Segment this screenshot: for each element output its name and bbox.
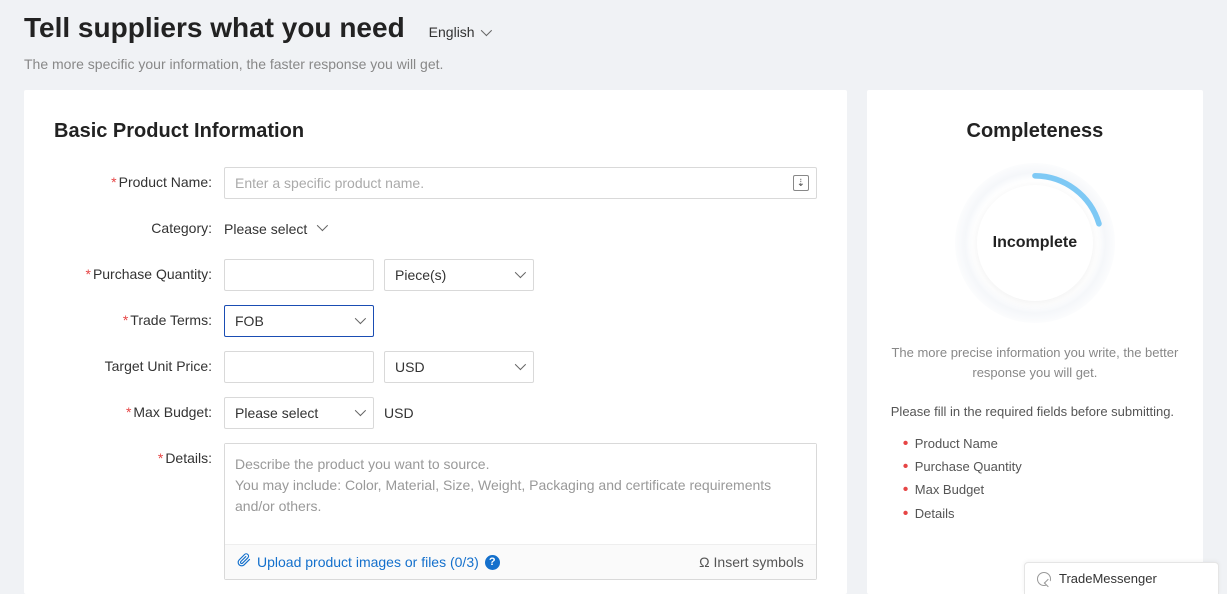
required-fields-list: Product Name Purchase Quantity Max Budge… xyxy=(891,432,1179,526)
input-helper-icon[interactable]: ⇣ xyxy=(793,175,809,191)
completeness-card: Completeness Incomplete The more precise… xyxy=(867,90,1203,594)
product-name-input[interactable] xyxy=(224,167,817,199)
trade-messenger-label: TradeMessenger xyxy=(1059,571,1157,586)
target-price-currency-select[interactable]: USD xyxy=(384,351,534,383)
completeness-title: Completeness xyxy=(891,120,1179,143)
category-select[interactable]: Please select xyxy=(224,213,335,245)
product-name-label: *Product Name: xyxy=(54,167,224,190)
page-title: Tell suppliers what you need xyxy=(24,12,405,44)
max-budget-currency: USD xyxy=(384,405,414,421)
trade-messenger-widget[interactable]: TradeMessenger xyxy=(1024,562,1219,594)
insert-symbols-link[interactable]: Ω Insert symbols xyxy=(699,554,804,570)
chevron-down-icon xyxy=(515,267,526,278)
chevron-down-icon xyxy=(515,359,526,370)
language-select[interactable]: English xyxy=(429,24,489,40)
max-budget-label: *Max Budget: xyxy=(54,397,224,420)
chevron-down-icon xyxy=(317,220,328,231)
paperclip-icon xyxy=(237,553,251,571)
purchase-qty-label: *Purchase Quantity: xyxy=(54,259,224,282)
form-card: Basic Product Information *Product Name:… xyxy=(24,90,847,594)
required-field-item: Purchase Quantity xyxy=(903,455,1179,478)
chevron-down-icon xyxy=(480,25,491,36)
section-title: Basic Product Information xyxy=(54,120,817,143)
page-subtitle: The more specific your information, the … xyxy=(24,56,1203,72)
required-field-item: Details xyxy=(903,502,1179,525)
max-budget-select[interactable]: Please select xyxy=(224,397,374,429)
details-textarea[interactable] xyxy=(225,444,816,544)
purchase-qty-input[interactable] xyxy=(224,259,374,291)
category-label: Category: xyxy=(54,213,224,236)
required-field-item: Max Budget xyxy=(903,478,1179,501)
purchase-qty-unit-select[interactable]: Piece(s) xyxy=(384,259,534,291)
details-label: *Details: xyxy=(54,443,224,466)
chevron-down-icon xyxy=(355,313,366,324)
target-price-label: Target Unit Price: xyxy=(54,351,224,374)
target-price-input[interactable] xyxy=(224,351,374,383)
completeness-status: Incomplete xyxy=(977,185,1093,301)
trade-terms-label: *Trade Terms: xyxy=(54,305,224,328)
upload-files-link[interactable]: Upload product images or files (0/3) ? xyxy=(237,553,500,571)
completeness-desc: The more precise information you write, … xyxy=(891,343,1179,382)
chat-icon xyxy=(1037,572,1051,586)
language-label: English xyxy=(429,24,475,40)
chevron-down-icon xyxy=(355,405,366,416)
completeness-note: Please fill in the required fields befor… xyxy=(891,402,1179,422)
help-icon[interactable]: ? xyxy=(485,555,500,570)
completeness-gauge: Incomplete xyxy=(955,163,1115,323)
required-field-item: Product Name xyxy=(903,432,1179,455)
trade-terms-select[interactable]: FOB xyxy=(224,305,374,337)
